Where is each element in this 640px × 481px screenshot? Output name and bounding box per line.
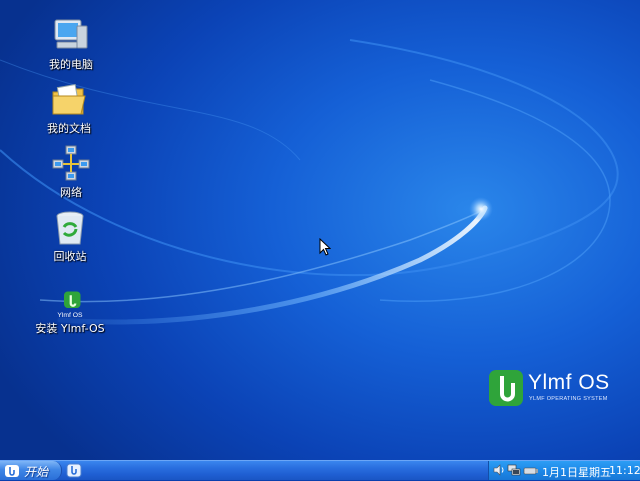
recycle-bin-icon	[56, 211, 84, 245]
ylmf-os-logo: Ylmf OS YLMF OPERATING SYSTEM	[488, 369, 628, 409]
ylmf-installer-icon: Ylmf OS	[57, 291, 83, 319]
desktop[interactable]: 我的电脑 我的文档 网络 回收站 Ylmf OS 安装 Ylmf-OS Ylmf…	[0, 0, 640, 460]
clock-date[interactable]: 1月1日星期五	[542, 464, 611, 480]
my-documents-icon	[52, 84, 86, 115]
start-logo-icon	[5, 465, 19, 477]
my-computer-icon	[54, 19, 88, 49]
clock-time[interactable]: 11:12	[609, 464, 640, 477]
network-icon	[52, 145, 90, 181]
desktop-icon-label: 我的电脑	[49, 58, 93, 71]
desktop-icon-label: 安装 Ylmf-OS	[35, 322, 105, 335]
mouse-pointer-icon	[319, 238, 331, 256]
show-desktop-icon[interactable]	[66, 463, 82, 478]
brand-title: Ylmf OS	[528, 371, 610, 394]
start-label: 开始	[24, 465, 49, 479]
desktop-icon-my-documents[interactable]: 我的文档	[29, 80, 109, 135]
desktop-icon-label: 网络	[60, 186, 82, 199]
ylmf-logo-mark-icon	[489, 370, 523, 406]
system-tray: 1月1日星期五 11:12	[488, 461, 640, 480]
network-status-icon[interactable]	[507, 464, 521, 476]
desktop-icon-install-ylmf-os[interactable]: Ylmf OS 安装 Ylmf-OS	[30, 290, 110, 335]
brand-subtitle: YLMF OPERATING SYSTEM	[529, 396, 608, 402]
start-button[interactable]: 开始	[0, 461, 62, 480]
desktop-icon-my-computer[interactable]: 我的电脑	[31, 16, 111, 71]
usb-device-icon[interactable]	[523, 464, 539, 476]
desktop-icon-recycle-bin[interactable]: 回收站	[30, 208, 110, 263]
taskbar: 开始 1月1日星期五 11:12	[0, 460, 640, 480]
quick-launch	[66, 463, 82, 481]
desktop-icon-label: 我的文档	[47, 122, 91, 135]
ylmf-installer-icon-text: Ylmf OS	[57, 312, 83, 319]
volume-icon[interactable]	[493, 464, 505, 476]
desktop-icon-label: 回收站	[53, 250, 87, 263]
desktop-icon-network[interactable]: 网络	[31, 144, 111, 199]
